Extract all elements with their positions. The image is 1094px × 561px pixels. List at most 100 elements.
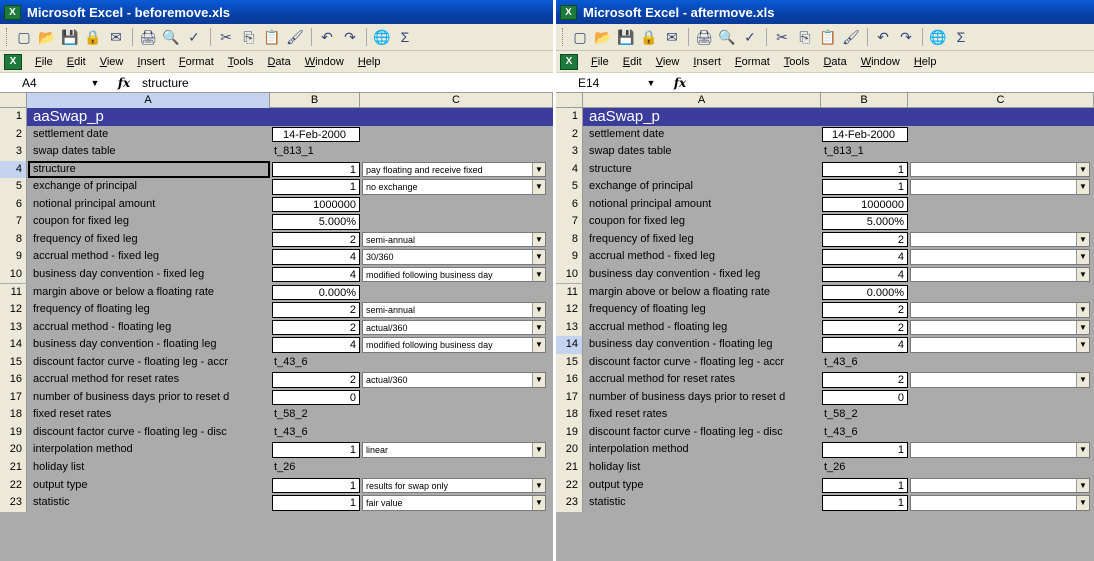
cell-label[interactable]: settlement date [589,126,821,144]
cell-label[interactable]: notional principal amount [589,196,821,214]
input-cell[interactable]: 1 [272,179,360,195]
row-header[interactable]: 5 [0,178,27,196]
dropdown-select[interactable]: fair value ▼ [362,495,546,511]
input-cell[interactable]: 1 [272,477,360,494]
menu-edit[interactable]: Edit [60,56,93,68]
copy-icon[interactable]: ⎘ [794,27,816,48]
dropdown-arrow-icon[interactable]: ▼ [1076,267,1089,282]
column-header-c[interactable]: C [908,93,1094,108]
dropdown-select[interactable]: actual/360 ▼ [362,372,546,388]
row-header[interactable]: 9 [0,248,27,266]
cell-label[interactable]: coupon for fixed leg [589,213,821,231]
input-cell[interactable]: 0 [822,389,908,406]
dropdown-arrow-icon[interactable]: ▼ [532,232,545,247]
input-cell[interactable]: 4 [272,249,360,265]
column-header-a[interactable]: A [27,93,270,108]
dropdown-arrow-icon[interactable]: ▼ [1076,180,1089,194]
cell-label[interactable]: exchange of principal [589,178,821,196]
input-cell[interactable]: 2 [822,319,908,336]
dropdown-select[interactable]: 30/360 ▼ [362,249,546,265]
row-header[interactable]: 14 [556,336,583,354]
toolbar-grip[interactable] [562,28,565,46]
input-cell[interactable]: 4 [822,249,908,265]
cell-label[interactable]: coupon for fixed leg [33,213,270,231]
row-header[interactable]: 11 [556,283,583,301]
input-cell[interactable]: 1000000 [822,196,908,213]
input-cell[interactable]: 2 [822,231,908,248]
menu-help[interactable]: Help [351,56,388,68]
paste-icon[interactable]: 📋 [261,27,283,48]
input-cell[interactable]: 5.000% [272,214,360,230]
input-cell[interactable]: 4 [272,266,360,283]
cell-label[interactable]: swap dates table [589,143,821,161]
row-header[interactable]: 15 [0,353,27,372]
dropdown-select[interactable]: no exchange ▼ [362,179,546,195]
dropdown-select[interactable]: ▼ [910,442,1090,458]
row-header[interactable]: 14 [0,336,27,354]
column-header-a[interactable]: A [583,93,821,108]
input-cell[interactable]: 1 [272,442,360,458]
menu-format[interactable]: Format [172,56,221,68]
print-preview-icon[interactable]: 🔍 [716,27,738,48]
row-header[interactable]: 4 [556,160,583,179]
name-box[interactable]: E14 [556,74,636,92]
input-cell[interactable]: 4 [822,337,908,353]
cell-label[interactable]: business day convention - fixed leg [589,266,821,284]
copy-icon[interactable]: ⎘ [238,27,260,48]
cell-label[interactable]: frequency of floating leg [589,301,821,319]
new-icon[interactable]: ▢ [569,27,591,48]
cell-label[interactable]: frequency of floating leg [33,301,270,319]
row-header[interactable]: 12 [0,301,27,319]
dropdown-arrow-icon[interactable]: ▼ [1076,373,1089,387]
dropdown-select[interactable]: semi-annual ▼ [362,231,546,248]
row-header[interactable]: 7 [556,213,583,231]
dropdown-arrow-icon[interactable]: ▼ [532,267,545,282]
menu-file[interactable]: File [28,56,60,68]
input-cell[interactable]: 1 [272,495,360,511]
row-header[interactable]: 22 [556,476,583,495]
dropdown-select[interactable]: results for swap only ▼ [362,477,546,494]
row-header[interactable]: 20 [0,441,27,459]
cell-label[interactable]: frequency of fixed leg [33,231,270,249]
input-cell[interactable]: 2 [272,319,360,336]
row-header[interactable]: 8 [556,230,583,249]
paste-icon[interactable]: 📋 [817,27,839,48]
chevron-down-icon[interactable]: ▼ [636,78,666,88]
cell-label[interactable]: structure [589,161,821,179]
dropdown-select[interactable]: ▼ [910,231,1090,248]
dropdown-select[interactable]: ▼ [910,477,1090,494]
function-icon[interactable]: fx [110,76,138,90]
cell-label[interactable]: holiday list [33,459,270,477]
cell-label[interactable]: fixed reset rates [33,406,270,424]
cell-label[interactable]: settlement date [33,126,270,144]
autosum-icon[interactable]: Σ [394,27,416,48]
dropdown-select[interactable]: modified following business day ▼ [362,337,546,353]
dropdown-select[interactable]: ▼ [910,249,1090,265]
row-header[interactable]: 19 [0,423,27,442]
cut-icon[interactable]: ✂ [771,27,793,48]
email-icon[interactable]: ✉ [105,27,127,48]
input-cell[interactable]: 14-Feb-2000 [272,126,360,143]
dropdown-arrow-icon[interactable]: ▼ [1076,250,1089,264]
dropdown-arrow-icon[interactable]: ▼ [532,496,545,510]
save-icon[interactable]: 💾 [59,27,81,48]
row-header[interactable]: 4 [0,160,27,179]
row-header[interactable]: 1 [0,108,27,126]
input-cell[interactable]: 2 [822,302,908,318]
cell-label[interactable]: accrual method for reset rates [589,371,821,389]
row-header[interactable]: 21 [556,459,583,477]
dropdown-arrow-icon[interactable]: ▼ [532,250,545,264]
column-header-b[interactable]: B [270,93,360,108]
row-header[interactable]: 15 [556,353,583,372]
input-cell[interactable]: 4 [272,337,360,353]
row-header[interactable]: 10 [0,265,27,284]
input-cell[interactable]: 2 [272,231,360,248]
row-header[interactable]: 6 [0,195,27,214]
dropdown-arrow-icon[interactable]: ▼ [532,320,545,335]
dropdown-select[interactable]: semi-annual ▼ [362,302,546,318]
dropdown-arrow-icon[interactable]: ▼ [532,478,545,493]
cell-label[interactable]: holiday list [589,459,821,477]
redo-icon[interactable]: ↷ [895,27,917,48]
dropdown-arrow-icon[interactable]: ▼ [532,373,545,387]
cell-label[interactable]: interpolation method [589,441,821,459]
